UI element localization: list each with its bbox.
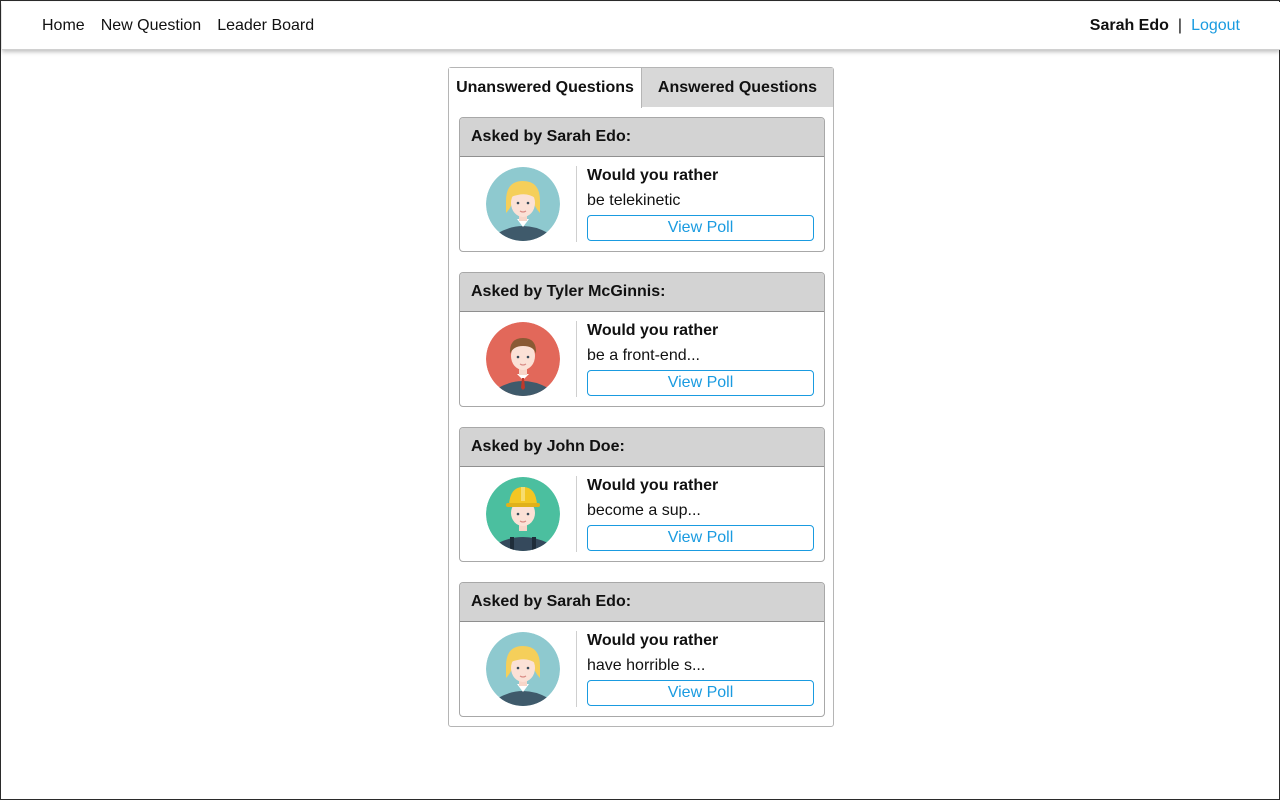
question-card-body: Would you rather have horrible s... View…	[460, 622, 824, 716]
question-preview: have horrible s...	[587, 657, 706, 674]
current-user-name: Sarah Edo	[1089, 17, 1169, 34]
question-card-body: Would you rather become a sup... View Po…	[460, 467, 824, 561]
question-title: Would you rather	[587, 477, 719, 494]
card-divider	[576, 476, 577, 552]
nav-home-link[interactable]: Home	[42, 17, 85, 35]
user-area: Sarah Edo | Logout	[1090, 2, 1240, 50]
card-divider	[576, 631, 577, 707]
view-poll-button[interactable]: View Poll	[587, 215, 814, 241]
question-card-body: Would you rather be a front-end... View …	[460, 312, 824, 406]
question-card-body: Would you rather be telekinetic View Pol…	[460, 157, 824, 251]
question-title: Would you rather	[587, 632, 719, 649]
card-divider	[576, 321, 577, 397]
question-title: Would you rather	[587, 167, 719, 184]
question-card: Asked by Tyler McGinnis: Would you rathe…	[459, 272, 825, 407]
question-tabs: Unanswered Questions Answered Questions	[449, 68, 833, 108]
question-author-header: Asked by Sarah Edo:	[460, 583, 824, 622]
worker-avatar-icon	[486, 477, 560, 551]
question-preview: be telekinetic	[587, 192, 681, 209]
nav-separator: |	[1177, 17, 1183, 34]
question-author-header: Asked by Tyler McGinnis:	[460, 273, 824, 312]
view-poll-button[interactable]: View Poll	[587, 680, 814, 706]
tab-unanswered-questions[interactable]: Unanswered Questions	[449, 68, 642, 108]
nav-leader-board-link[interactable]: Leader Board	[217, 17, 314, 35]
nav-new-question-link[interactable]: New Question	[101, 17, 202, 35]
card-divider	[576, 166, 577, 242]
question-preview: be a front-end...	[587, 347, 700, 364]
top-navbar: Home New Question Leader Board Sarah Edo…	[2, 2, 1280, 50]
man-avatar-icon	[486, 322, 560, 396]
question-preview: become a sup...	[587, 502, 701, 519]
woman-avatar-icon	[486, 632, 560, 706]
view-poll-button[interactable]: View Poll	[587, 370, 814, 396]
tab-answered-questions[interactable]: Answered Questions	[642, 68, 833, 107]
question-title: Would you rather	[587, 322, 719, 339]
questions-panel: Unanswered Questions Answered Questions …	[448, 67, 834, 727]
nav-links: Home New Question Leader Board	[42, 2, 314, 50]
logout-link[interactable]: Logout	[1191, 17, 1240, 35]
question-card: Asked by Sarah Edo:	[459, 117, 825, 252]
question-card: Asked by Sarah Edo:	[459, 582, 825, 717]
question-author-header: Asked by John Doe:	[460, 428, 824, 467]
app-window: Home New Question Leader Board Sarah Edo…	[0, 0, 1280, 800]
woman-avatar-icon	[486, 167, 560, 241]
question-author-header: Asked by Sarah Edo:	[460, 118, 824, 157]
question-card: Asked by John Doe: Would you rather beco…	[459, 427, 825, 562]
view-poll-button[interactable]: View Poll	[587, 525, 814, 551]
